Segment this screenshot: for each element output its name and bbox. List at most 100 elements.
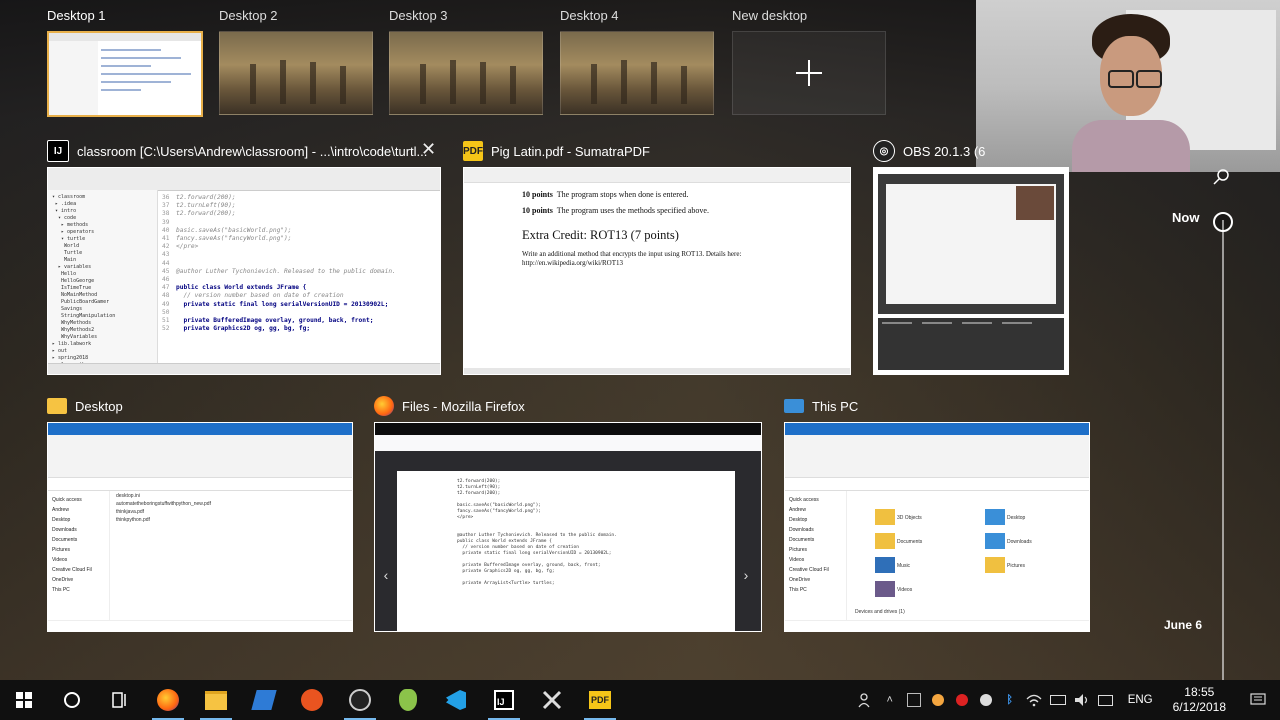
this-pc-icon [784,399,804,413]
code-line: private ArrayList<Turtle> turtles; [457,581,555,586]
file-explorer-icon[interactable] [192,680,240,720]
chevron-left-icon[interactable]: ‹ [379,567,393,583]
x-icon[interactable] [528,680,576,720]
ubuntu-icon[interactable] [288,680,336,720]
window-intellij[interactable]: IJ classroom [C:\Users\Andrew\classroom]… [47,139,441,375]
window-this-pc[interactable]: This PC Quick access Andrew Desktop Downlo… [784,394,1090,632]
code-line: 41 fancy.saveAs("fancyWorld.png"); [162,235,292,243]
plus-icon [796,60,822,86]
tray-app-icon[interactable] [926,680,950,720]
language-indicator[interactable]: ENG [1118,694,1163,706]
desktop-thumbnail[interactable] [47,31,203,117]
cortana-icon[interactable] [48,680,96,720]
window-title-bar: IJ classroom [C:\Users\Andrew\classroom]… [47,139,427,163]
code-line: 43 [162,251,170,259]
code-line: 39 [162,218,170,226]
tray-app-icon[interactable] [974,680,998,720]
explorer-nav-pane: Quick access Andrew Desktop Downloads Docu… [785,491,847,621]
new-desktop-label: New desktop [732,8,808,23]
vscode-icon[interactable] [432,680,480,720]
window-title-bar: ◎ OBS 20.1.3 (6 [873,139,985,163]
window-title: OBS 20.1.3 (6 [903,143,986,159]
clock-time: 18:55 [1184,685,1215,699]
people-icon[interactable] [854,680,878,720]
clock[interactable]: 18:55 6/12/2018 [1163,685,1236,715]
window-obs[interactable]: ◎ OBS 20.1.3 (6 [873,139,1069,375]
desktop-thumbnail[interactable] [219,31,373,115]
window-thumbnail[interactable]: ▾ classroom ▸ .idea ▾ intro ▾ code ▸ met… [47,167,441,375]
desktop-label: Desktop 3 [389,8,448,23]
desktop-thumbnail[interactable] [560,31,714,115]
task-view-icon[interactable] [96,680,144,720]
firefox-icon[interactable] [144,680,192,720]
code-line: 40 basic.saveAs("basicWorld.png"); [162,226,292,234]
chevron-right-icon[interactable]: › [739,567,753,583]
close-icon[interactable]: ✕ [421,139,436,160]
obs-icon: ◎ [873,140,895,162]
timeline-date-label: June 6 [1164,618,1203,632]
pdf-viewer-page: t2.forward(200); t2.turnLeft(90); t2.forwa… [397,471,735,631]
desktop-thumbnail[interactable] [389,31,543,115]
obs-icon[interactable] [336,680,384,720]
timeline-now-label: Now [1172,210,1200,225]
virtual-desktops-strip: Desktop 1 Desktop 2 Desktop 3 Desktop 4 … [0,0,980,120]
window-sumatrapdf[interactable]: PDF Pig Latin.pdf - SumatraPDF 10 points… [463,139,851,375]
clock-date: 6/12/2018 [1172,700,1226,714]
pdf-line-2: 10 points The program uses the methods s… [522,206,709,215]
battery-icon[interactable] [1046,680,1070,720]
window-firefox[interactable]: Files - Mozilla Firefox t2.forward(200);… [374,394,762,632]
window-title: This PC [812,398,859,414]
intellij-icon[interactable]: IJ [480,680,528,720]
window-thumbnail[interactable]: 10 points The program stops when done is… [463,167,851,375]
window-title: Desktop [75,398,123,414]
chevron-up-icon[interactable]: ˄ [878,680,902,720]
pdf-heading: Extra Credit: ROT13 (7 points) [522,228,679,242]
window-title-bar: Desktop [47,394,123,418]
bluetooth-icon[interactable]: ᛒ [998,680,1022,720]
code-line: 42 </pre> [162,243,199,251]
volume-icon[interactable] [1070,680,1094,720]
wifi-icon[interactable] [1022,680,1046,720]
code-line: 48 // version number based on date of cr… [162,292,344,300]
window-thumbnail[interactable] [873,167,1069,375]
action-center-icon[interactable] [1236,680,1280,720]
window-thumbnail[interactable]: t2.forward(200); t2.turnLeft(90); t2.forwa… [374,422,762,632]
taskbar: IJ PDF ˄ ᛒ ENG 18:55 6/12/2018 [0,680,1280,720]
window-desktop-explorer[interactable]: Desktop Quick access Andrew Desktop Downlo… [47,394,353,632]
code-line: 36 t2.forward(200); [162,194,236,201]
display-icon[interactable] [1094,680,1118,720]
desktop-label: Desktop 2 [219,8,278,23]
sumatra-icon: PDF [463,141,483,161]
project-tree: ▾ classroom ▸ .idea ▾ intro ▾ code ▸ met… [48,190,158,374]
window-title: Files - Mozilla Firefox [402,398,525,414]
desktop-label: Desktop 4 [560,8,619,23]
code-line: 50 [162,308,170,316]
new-desktop-button[interactable] [732,31,886,115]
code-line: 52 private Graphics2D og, gg, bg, fg; [162,325,311,333]
desktop-label: Desktop 1 [47,8,106,23]
code-line: 44 [162,259,170,267]
android-studio-icon[interactable] [384,680,432,720]
explorer-file-list: desktop.ini automatetheboringstuffwithpyt… [116,493,211,523]
visual-studio-icon[interactable] [240,680,288,720]
tray-app-icon[interactable] [902,680,926,720]
code-line: 49 private static final long serialVersi… [162,300,389,308]
presenter-video [1072,10,1190,172]
window-title-bar: Files - Mozilla Firefox [374,394,525,418]
pdf-body: Write an additional method that encrypts… [522,250,742,267]
window-title: Pig Latin.pdf - SumatraPDF [491,143,650,159]
search-icon[interactable] [1212,168,1230,186]
window-title-bar: PDF Pig Latin.pdf - SumatraPDF [463,139,650,163]
tray-app-icon[interactable] [950,680,974,720]
timeline-track[interactable] [1222,220,1224,680]
code-line: 46 [162,276,170,284]
window-thumbnail[interactable]: Quick access Andrew Desktop Downloads Docu… [47,422,353,632]
sumatra-icon[interactable]: PDF [576,680,624,720]
intellij-icon: IJ [47,140,69,162]
code-editor[interactable]: 36 t2.forward(200); 37 t2.turnLeft(90); 38 t2… [162,194,436,360]
window-thumbnail[interactable]: Quick access Andrew Desktop Downloads Docu… [784,422,1090,632]
timeline: Now June 6 [1090,160,1280,680]
window-title-bar: This PC [784,394,858,418]
explorer-nav-pane: Quick access Andrew Desktop Downloads Docu… [48,491,110,621]
windows-start-icon[interactable] [0,680,48,720]
